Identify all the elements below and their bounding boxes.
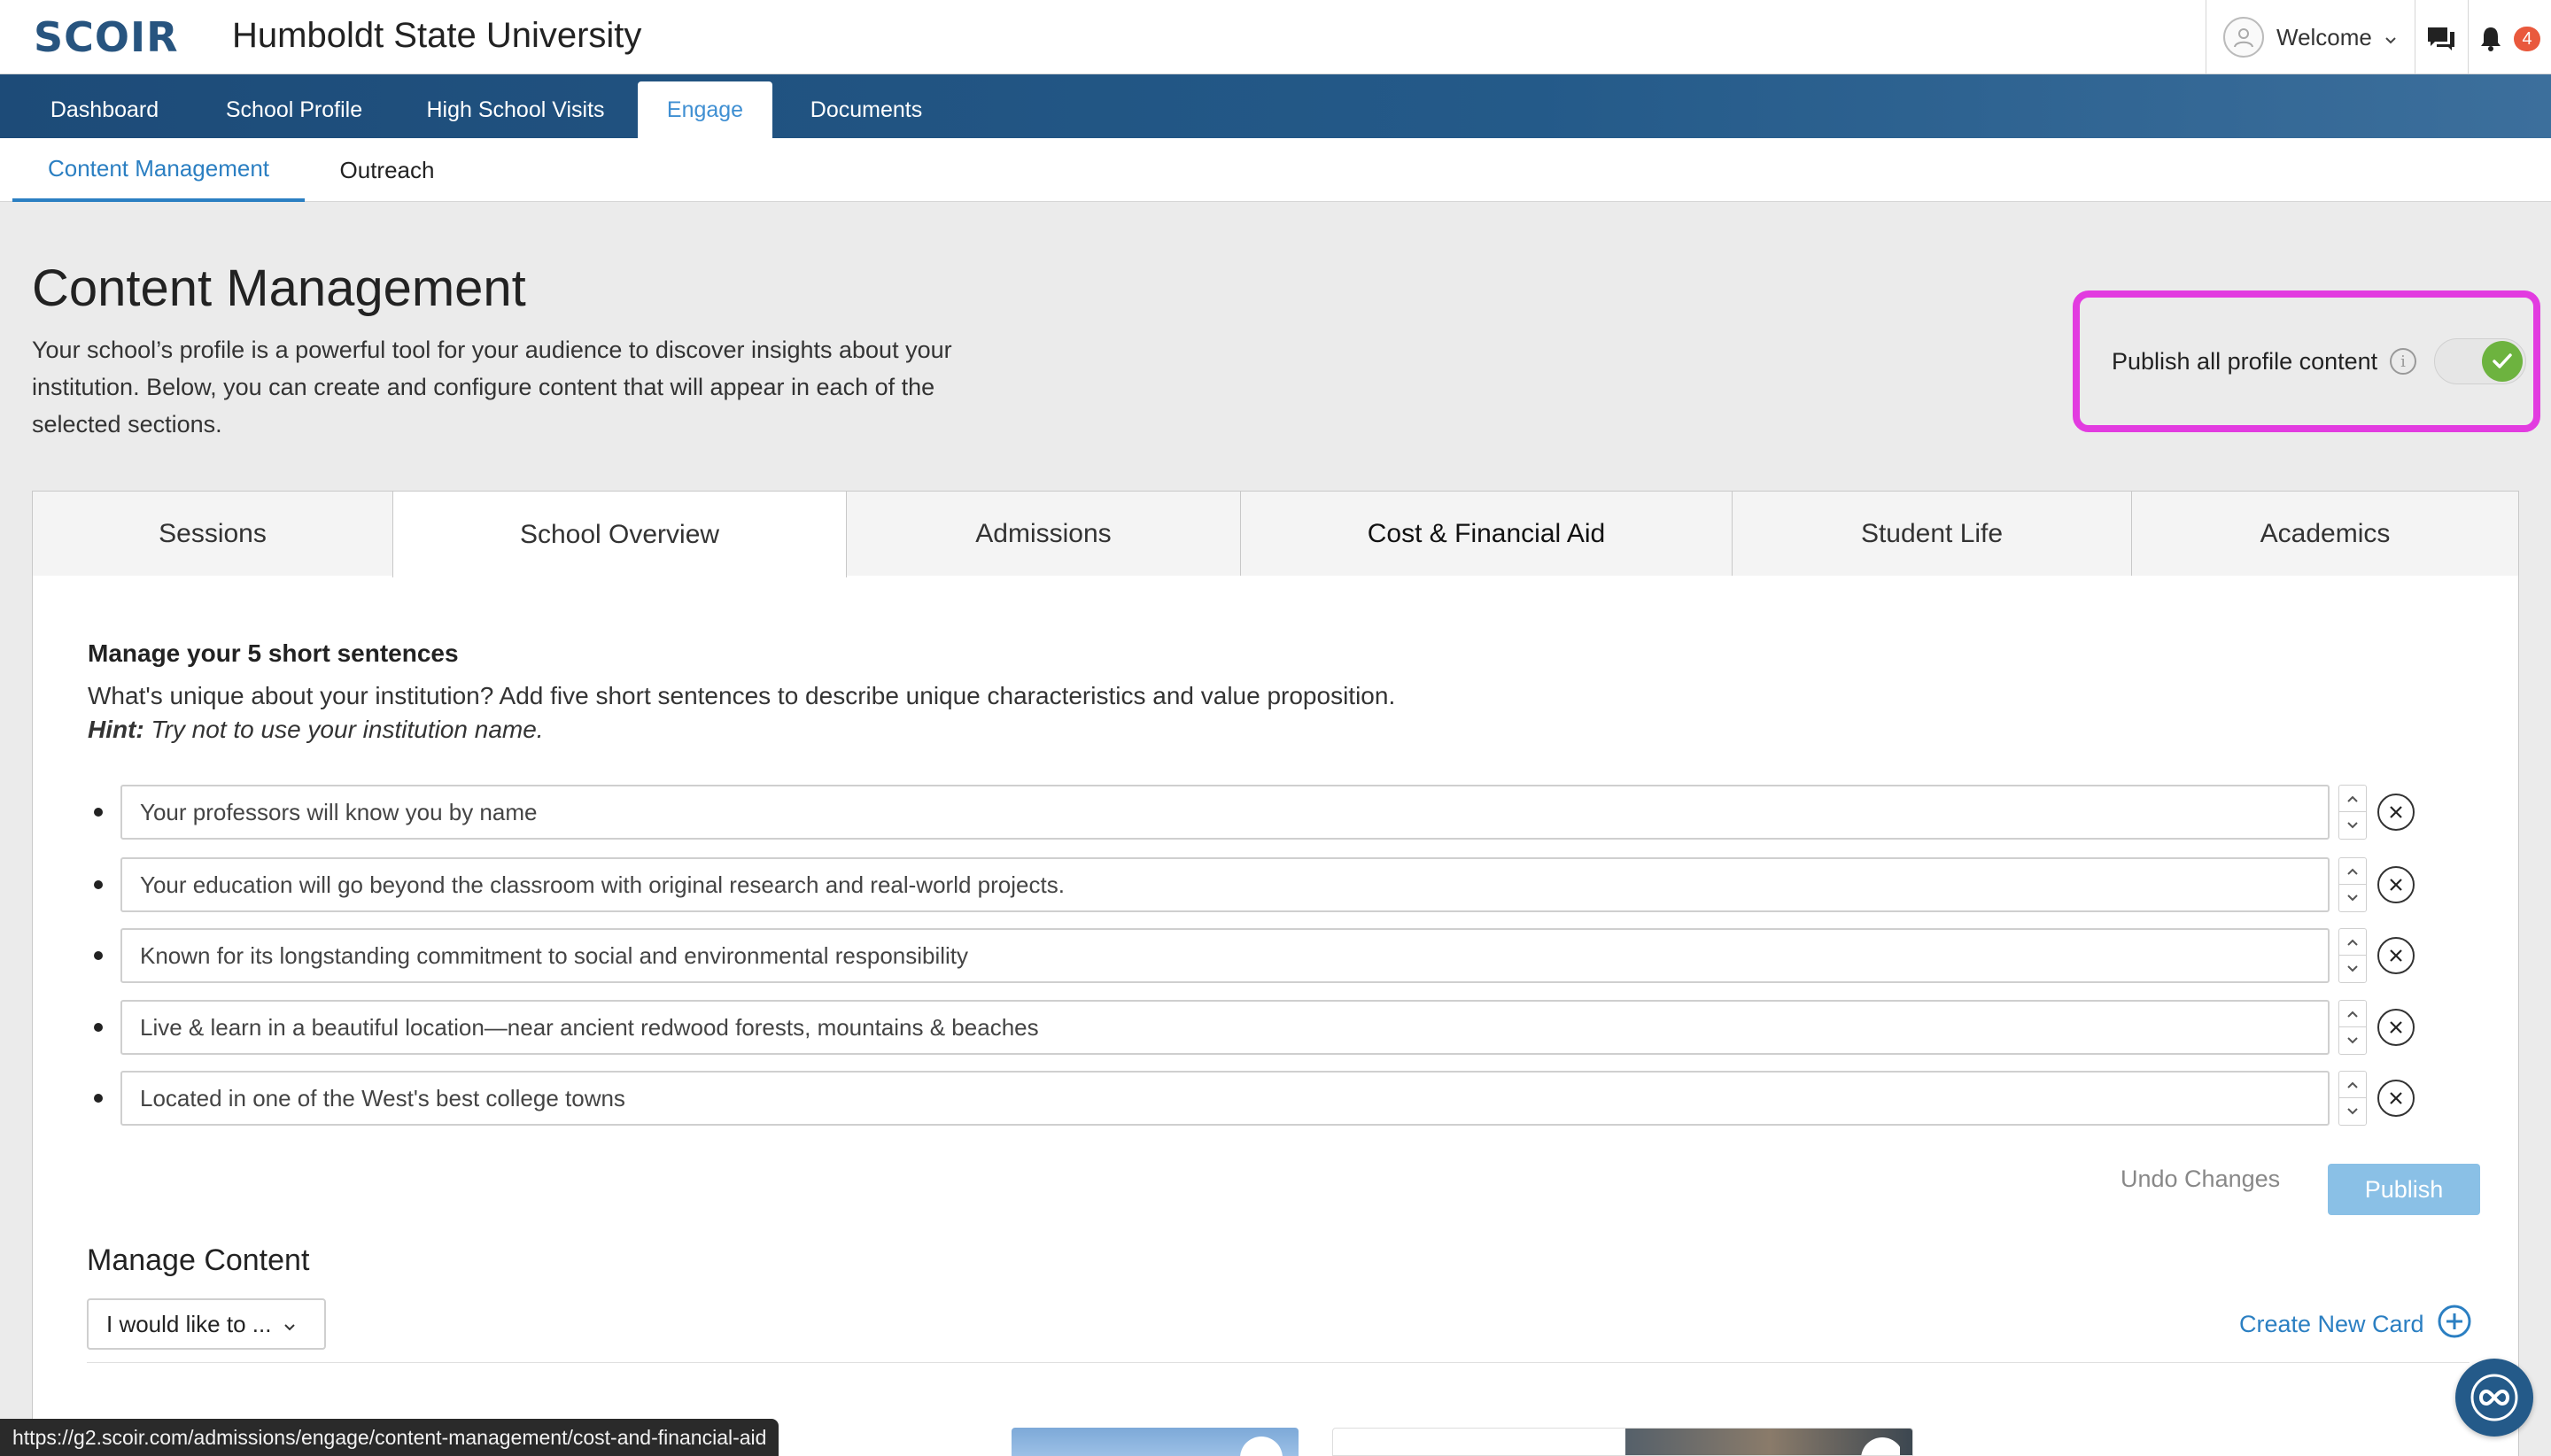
sentences-hint: Hint: Try not to use your institution na… bbox=[88, 716, 544, 744]
header-divider bbox=[2468, 0, 2469, 74]
list-bullet bbox=[94, 1023, 103, 1032]
tab-admissions[interactable]: Admissions bbox=[846, 491, 1241, 577]
reorder-stepper bbox=[2338, 785, 2367, 840]
chevron-down-icon bbox=[283, 1311, 296, 1338]
move-down-icon[interactable] bbox=[2339, 1027, 2366, 1054]
nav-dashboard[interactable]: Dashboard bbox=[32, 81, 177, 138]
remove-sentence-icon[interactable] bbox=[2377, 937, 2415, 974]
welcome-label: Welcome bbox=[2276, 23, 2372, 50]
publish-button[interactable]: Publish bbox=[2328, 1164, 2480, 1215]
main-nav: Dashboard School Profile High School Vis… bbox=[0, 74, 2551, 138]
reorder-stepper bbox=[2338, 1000, 2367, 1055]
list-bullet bbox=[94, 951, 103, 960]
sub-nav: Content Management Outreach bbox=[0, 138, 2551, 202]
tab-academics[interactable]: Academics bbox=[2131, 491, 2519, 577]
chevron-down-icon bbox=[2384, 24, 2397, 51]
scoir-logo[interactable]: SCOIR bbox=[34, 13, 179, 61]
remove-sentence-icon[interactable] bbox=[2377, 1080, 2415, 1117]
sentence-input[interactable] bbox=[120, 1000, 2330, 1055]
publish-all-label: Publish all profile content bbox=[2112, 347, 2378, 375]
page-title: Content Management bbox=[32, 259, 526, 317]
reorder-stepper bbox=[2338, 857, 2367, 912]
nav-engage[interactable]: Engage bbox=[638, 81, 772, 138]
notification-badge: 4 bbox=[2514, 27, 2540, 51]
list-bullet bbox=[94, 880, 103, 889]
remove-sentence-icon[interactable] bbox=[2377, 794, 2415, 831]
tab-student-life[interactable]: Student Life bbox=[1732, 491, 2132, 577]
subnav-outreach[interactable]: Outreach bbox=[328, 138, 446, 202]
hint-text: Try not to use your institution name. bbox=[143, 716, 544, 743]
sentences-description: What's unique about your institution? Ad… bbox=[88, 682, 1396, 709]
move-down-icon[interactable] bbox=[2339, 812, 2366, 839]
sentence-input[interactable] bbox=[120, 785, 2330, 840]
user-avatar-icon bbox=[2223, 17, 2264, 58]
reorder-stepper bbox=[2338, 1071, 2367, 1126]
sentences-title: Manage your 5 short sentences bbox=[88, 639, 459, 667]
action-select[interactable]: I would like to ... bbox=[87, 1298, 326, 1350]
tab-sessions[interactable]: Sessions bbox=[32, 491, 393, 577]
subnav-content-management[interactable]: Content Management bbox=[12, 138, 305, 202]
page-description: Your school’s profile is a powerful tool… bbox=[32, 337, 952, 438]
chat-support-icon[interactable] bbox=[2455, 1359, 2533, 1437]
sentence-input[interactable] bbox=[120, 928, 2330, 983]
move-up-icon[interactable] bbox=[2339, 786, 2366, 812]
move-down-icon[interactable] bbox=[2339, 885, 2366, 911]
section-tabs: Sessions School Overview Admissions Cost… bbox=[32, 491, 2519, 577]
nav-high-school-visits[interactable]: High School Visits bbox=[415, 81, 616, 138]
create-new-card-button[interactable]: Create New Card bbox=[2239, 1305, 2472, 1343]
publish-all-toggle[interactable] bbox=[2434, 338, 2526, 384]
sentence-row bbox=[120, 1071, 2494, 1126]
list-bullet bbox=[94, 1094, 103, 1103]
content-card[interactable] bbox=[1332, 1428, 1913, 1456]
sentence-row bbox=[120, 928, 2494, 983]
tab-school-overview[interactable]: School Overview bbox=[392, 491, 847, 577]
hint-label: Hint: bbox=[88, 716, 144, 743]
tab-cost-financial-aid[interactable]: Cost & Financial Aid bbox=[1240, 491, 1733, 577]
welcome-menu[interactable]: Welcome bbox=[2223, 0, 2416, 74]
school-name: Humboldt State University bbox=[232, 16, 642, 55]
create-new-card-label: Create New Card bbox=[2239, 1310, 2424, 1337]
publish-all-highlight: Publish all profile content i bbox=[2073, 290, 2540, 432]
checkmark-icon bbox=[2482, 341, 2523, 382]
move-up-icon[interactable] bbox=[2339, 858, 2366, 885]
action-select-value: I would like to ... bbox=[106, 1310, 272, 1337]
sentence-input[interactable] bbox=[120, 857, 2330, 912]
list-bullet bbox=[94, 808, 103, 817]
nav-school-profile[interactable]: School Profile bbox=[209, 81, 379, 138]
bell-icon[interactable] bbox=[2471, 19, 2510, 58]
messages-icon[interactable] bbox=[2422, 19, 2461, 58]
top-header: SCOIR Humboldt State University Welcome … bbox=[0, 0, 2551, 74]
move-up-icon[interactable] bbox=[2339, 929, 2366, 956]
nav-documents[interactable]: Documents bbox=[795, 81, 937, 138]
remove-sentence-icon[interactable] bbox=[2377, 1009, 2415, 1046]
sentence-row bbox=[120, 857, 2494, 912]
move-up-icon[interactable] bbox=[2339, 1072, 2366, 1098]
sentence-row bbox=[120, 1000, 2494, 1055]
plus-circle-icon bbox=[2437, 1304, 2472, 1345]
sentence-row bbox=[120, 785, 2494, 840]
undo-changes-button[interactable]: Undo Changes bbox=[2121, 1166, 2280, 1193]
divider bbox=[87, 1362, 2470, 1363]
content-card-image[interactable] bbox=[1012, 1428, 1299, 1456]
sentence-input[interactable] bbox=[120, 1071, 2330, 1126]
remove-sentence-icon[interactable] bbox=[2377, 866, 2415, 903]
info-icon[interactable]: i bbox=[2390, 348, 2416, 375]
move-down-icon[interactable] bbox=[2339, 1098, 2366, 1125]
move-up-icon[interactable] bbox=[2339, 1001, 2366, 1027]
status-bar-url: https://g2.scoir.com/admissions/engage/c… bbox=[0, 1419, 779, 1456]
manage-content-title: Manage Content bbox=[87, 1243, 310, 1277]
reorder-stepper bbox=[2338, 928, 2367, 983]
move-down-icon[interactable] bbox=[2339, 956, 2366, 982]
